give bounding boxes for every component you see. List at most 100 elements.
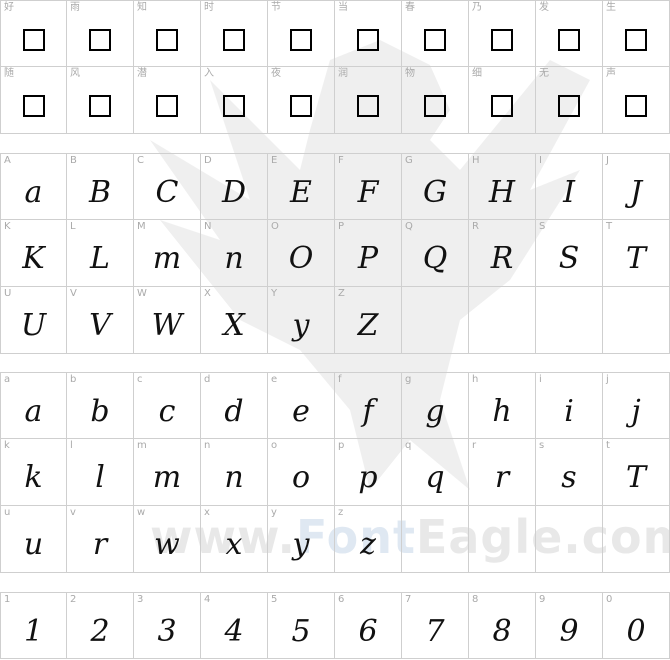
glyph-sample: 3 — [157, 613, 177, 649]
upper-cell: LL — [67, 220, 134, 287]
missing-glyph-box-icon — [290, 95, 312, 117]
lower-cell: dd — [201, 372, 268, 439]
cjk-cell: 夜 — [268, 67, 335, 134]
missing-glyph-box-icon — [357, 95, 379, 117]
lower-cell: ee — [268, 372, 335, 439]
lower-cell: bb — [67, 372, 134, 439]
lower-cell: aa — [0, 372, 67, 439]
digits-grid: 11223344556677889900 — [0, 592, 670, 659]
lower-cell: mm — [134, 439, 201, 506]
lower-cell: vr — [67, 506, 134, 573]
glyph-sample: i — [564, 393, 574, 429]
missing-glyph-box — [67, 79, 133, 133]
upper-cell: KK — [0, 220, 67, 287]
missing-glyph-box-icon — [558, 28, 580, 51]
missing-glyph-box-icon — [424, 95, 446, 117]
cjk-cell: 知 — [134, 0, 201, 67]
upper-cell: II — [536, 153, 603, 220]
digits-cell: 22 — [67, 592, 134, 659]
upper-cell: HH — [469, 153, 536, 220]
upper-cell: Aa — [0, 153, 67, 220]
glyph-sample: 6 — [358, 613, 378, 649]
digits-cell: 66 — [335, 592, 402, 659]
lower-cell: kk — [0, 439, 67, 506]
lower-cell: ii — [536, 372, 603, 439]
missing-glyph-box — [268, 13, 334, 66]
glyph-sample: 9 — [559, 613, 579, 649]
glyph-sample: a — [24, 174, 43, 210]
missing-glyph-box-icon — [424, 28, 446, 51]
cjk-cell: 物 — [402, 67, 469, 134]
glyph-sample: S — [558, 241, 580, 276]
uppercase-section: AaBBCCDDEEFFGGHHIIJJKKLLMmNnOOPPQQRRSSTT… — [0, 153, 670, 354]
digits-cell: 33 — [134, 592, 201, 659]
cjk-cell: 时 — [201, 0, 268, 67]
cjk-cell: 声 — [603, 67, 670, 134]
glyph-sample: m — [152, 241, 182, 276]
glyph-sample: I — [563, 174, 575, 210]
lower-cell: yy — [268, 506, 335, 573]
upper-cell: FF — [335, 153, 402, 220]
digits-cell: 00 — [603, 592, 670, 659]
glyph-sample: n — [224, 241, 244, 276]
upper-cell: XX — [201, 287, 268, 354]
cjk-cell: 发 — [536, 0, 603, 67]
missing-glyph-box-icon — [290, 28, 312, 51]
cjk-section: 好雨知时节当春乃发生随风潜入夜润物细无声 — [0, 0, 670, 134]
lower-cell: oo — [268, 439, 335, 506]
digits-cell: 44 — [201, 592, 268, 659]
glyph-sample: C — [155, 174, 179, 210]
missing-glyph-box-icon — [223, 95, 245, 117]
lower-cell: ww — [134, 506, 201, 573]
upper-cell: EE — [268, 153, 335, 220]
glyph-sample: y — [292, 308, 310, 343]
lowercase-section: aabbccddeeffgghhiijjkkllmmnnooppqqrrsstT… — [0, 372, 670, 573]
lower-cell: ll — [67, 439, 134, 506]
missing-glyph-box-icon — [22, 28, 45, 51]
upper-cell: Nn — [201, 220, 268, 287]
missing-glyph-box-icon — [223, 28, 245, 51]
cjk-cell: 入 — [201, 67, 268, 134]
lower-cell — [469, 506, 536, 573]
glyph-sample: L — [90, 241, 110, 276]
missing-glyph-box — [134, 13, 200, 66]
digits-cell: 88 — [469, 592, 536, 659]
missing-glyph-box — [134, 79, 200, 133]
glyph-sample: d — [224, 393, 244, 429]
upper-cell: Mm — [134, 220, 201, 287]
lower-cell: qq — [402, 439, 469, 506]
lower-cell: hh — [469, 372, 536, 439]
lower-cell — [536, 506, 603, 573]
cjk-cell: 细 — [469, 67, 536, 134]
glyph-sample: b — [90, 393, 110, 429]
missing-glyph-box — [335, 79, 401, 133]
glyph-sample: r — [92, 527, 108, 562]
uppercase-grid: AaBBCCDDEEFFGGHHIIJJKKLLMmNnOOPPQQRRSSTT… — [0, 153, 670, 354]
glyph-sample: m — [152, 460, 182, 495]
cjk-cell: 润 — [335, 67, 402, 134]
cjk-cell: 当 — [335, 0, 402, 67]
upper-cell — [469, 287, 536, 354]
lower-cell: ff — [335, 372, 402, 439]
missing-glyph-box-icon — [491, 28, 513, 51]
glyph-sample: r — [494, 460, 510, 495]
missing-glyph-box — [402, 79, 468, 133]
glyph-sample: Z — [357, 308, 379, 343]
upper-cell: PP — [335, 220, 402, 287]
lower-cell: pp — [335, 439, 402, 506]
missing-glyph-box-icon — [625, 28, 647, 51]
upper-cell: CC — [134, 153, 201, 220]
glyph-sample: 7 — [425, 613, 445, 649]
glyph-sample: B — [88, 174, 112, 210]
upper-cell: QQ — [402, 220, 469, 287]
glyph-sample: y — [292, 527, 310, 562]
lower-cell — [603, 506, 670, 573]
digits-cell: 55 — [268, 592, 335, 659]
lower-cell: xx — [201, 506, 268, 573]
missing-glyph-box-icon — [625, 95, 647, 117]
glyph-sample: 5 — [291, 613, 311, 649]
missing-glyph-box-icon — [89, 28, 111, 51]
lower-cell: ss — [536, 439, 603, 506]
cjk-cell: 风 — [67, 67, 134, 134]
missing-glyph-box-icon — [22, 95, 45, 117]
